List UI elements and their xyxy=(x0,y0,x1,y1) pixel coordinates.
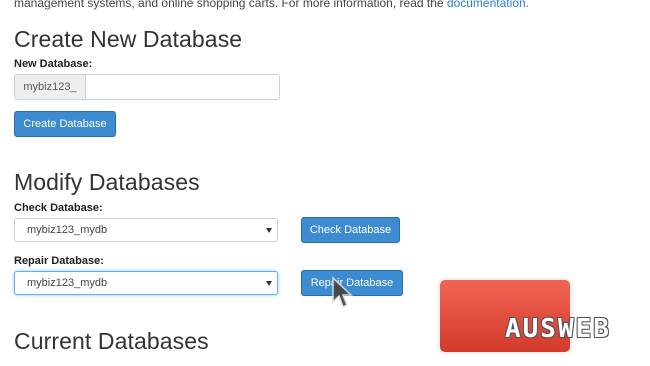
check-database-button[interactable]: Check Database xyxy=(301,217,400,243)
ausweb-logo-text: AUSWEB xyxy=(505,314,611,344)
new-database-input[interactable] xyxy=(86,75,279,99)
create-database-button[interactable]: Create Database xyxy=(14,111,116,137)
current-databases-heading: Current Databases xyxy=(14,328,209,354)
new-database-input-group: mybiz123_ xyxy=(14,74,280,100)
create-database-heading: Create New Database xyxy=(14,26,243,52)
mouse-cursor-icon xyxy=(330,276,356,315)
check-database-select[interactable]: mybiz123_mydb xyxy=(14,218,278,242)
documentation-link[interactable]: documentation. xyxy=(447,0,529,10)
modify-databases-heading: Modify Databases xyxy=(14,169,200,195)
chevron-down-icon xyxy=(266,281,272,286)
repair-database-selected: mybiz123_mydb xyxy=(27,277,108,289)
check-database-selected: mybiz123_mydb xyxy=(27,224,108,236)
check-database-label: Check Database: xyxy=(14,202,103,214)
chevron-down-icon xyxy=(266,228,272,233)
database-prefix: mybiz123_ xyxy=(15,75,86,99)
new-database-label: New Database: xyxy=(14,58,93,70)
repair-database-select[interactable]: mybiz123_mydb xyxy=(14,271,278,295)
intro-sentence: management systems, and online shopping … xyxy=(14,0,447,10)
repair-database-label: Repair Database: xyxy=(14,255,104,267)
intro-text: management systems, and online shopping … xyxy=(14,0,529,10)
